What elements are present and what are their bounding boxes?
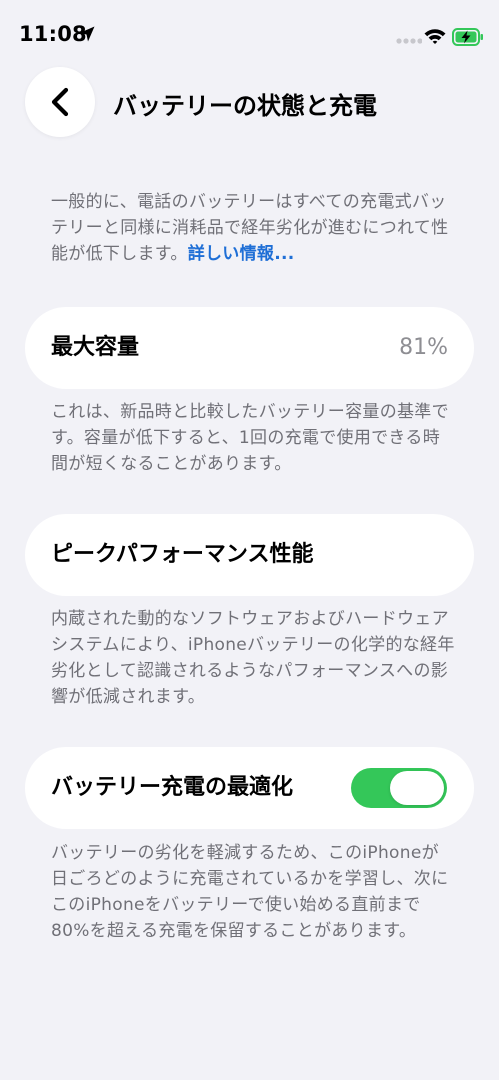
peak-performance-row: ピークパフォーマンス性能 <box>25 514 474 596</box>
optimized-charging-toggle[interactable] <box>351 768 447 808</box>
learn-more-link[interactable]: 詳しい情報... <box>188 244 295 264</box>
toggle-knob[interactable] <box>390 771 444 805</box>
optimized-charging-label: バッテリー充電の最適化 <box>51 775 294 800</box>
peak-performance-description: 内蔵された動的なソフトウェアおよびハードウェアシステムにより、iPhoneバッテ… <box>51 609 455 707</box>
max-capacity-row: 最大容量 81% <box>25 307 474 389</box>
location-arrow-icon <box>79 26 95 42</box>
chevron-left-icon <box>51 87 69 117</box>
page-title: バッテリーの状態と充電 <box>113 92 377 120</box>
status-bar: 11:08 <box>0 0 499 70</box>
cellular-signal-icon <box>396 38 422 44</box>
intro-description: 一般的に、電話のバッテリーはすべての充電式バッテリーと同様に消耗品で経年劣化が進… <box>51 189 456 267</box>
back-button[interactable] <box>25 67 95 137</box>
optimized-charging-row: バッテリー充電の最適化 <box>25 747 474 829</box>
max-capacity-value: 81% <box>399 335 448 360</box>
battery-charging-icon <box>452 28 483 46</box>
status-time: 11:08 <box>19 22 87 46</box>
max-capacity-description: これは、新品時と比較したバッテリー容量の基準です。容量が低下すると、1回の充電で… <box>51 402 449 474</box>
max-capacity-label: 最大容量 <box>51 335 140 360</box>
wifi-icon <box>424 29 446 44</box>
optimized-charging-description: バッテリーの劣化を軽減するため、このiPhoneが日ごろどのように充電されている… <box>51 843 449 941</box>
peak-performance-label: ピークパフォーマンス性能 <box>51 542 314 567</box>
